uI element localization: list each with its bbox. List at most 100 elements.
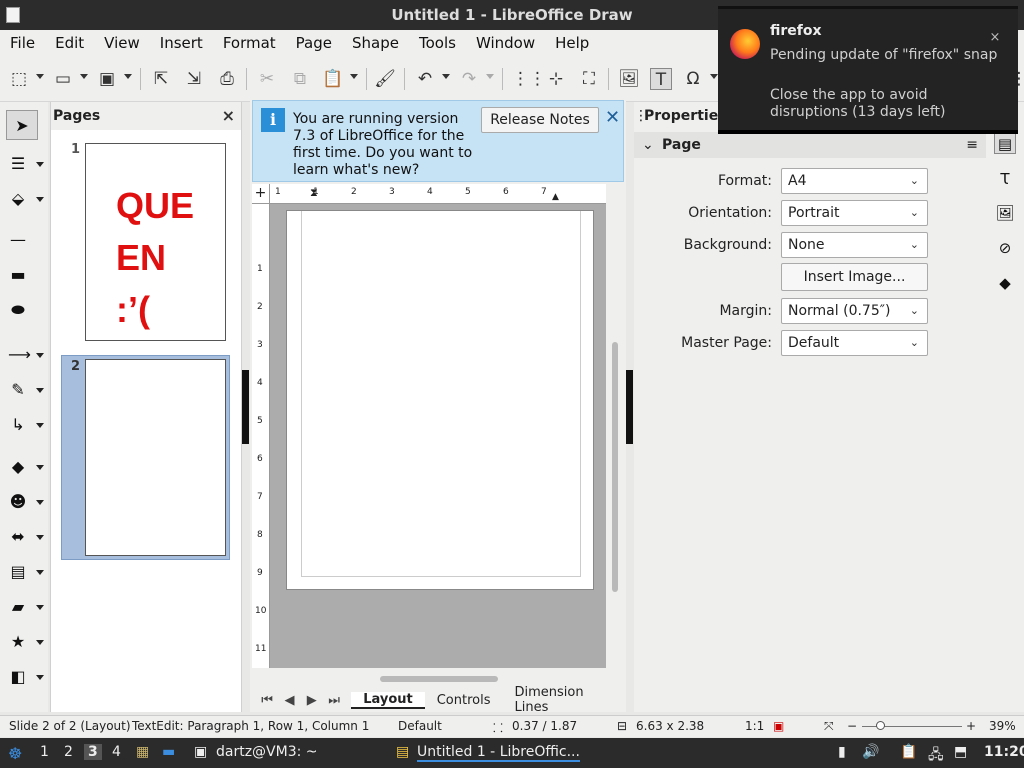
properties-deck-icon[interactable]: ▤ [994,132,1016,154]
vertical-scrollbar[interactable] [610,184,620,668]
workspace-3[interactable]: 3 [84,744,102,760]
notification-close-icon[interactable]: × [986,29,1004,47]
undo-icon[interactable]: ↶ [414,68,436,90]
pages-panel-close-icon[interactable]: × [222,102,235,130]
export-icon[interactable]: ⇱ [150,68,172,90]
save-dropdown-icon[interactable] [124,74,132,79]
page-thumbnail-1[interactable]: QUE EN :’( [85,143,226,341]
fit-page-icon[interactable]: ⤧ [824,719,834,734]
shapes-deck-icon[interactable]: ◆ [994,272,1016,294]
file-manager-icon[interactable]: ▦ [136,744,149,760]
menu-window[interactable]: Window [466,34,545,52]
menu-file[interactable]: File [0,34,45,52]
menu-view[interactable]: View [94,34,150,52]
save-icon[interactable]: ▣ [96,68,118,90]
style-status[interactable]: Default [398,719,442,733]
export-pdf-icon[interactable]: ⇲ [183,68,205,90]
stars-dropdown-icon[interactable] [36,640,44,645]
gallery-deck-icon[interactable]: 🖼 [994,202,1016,224]
cut-icon[interactable]: ✂ [256,68,278,90]
tab-dimension-lines[interactable]: Dimension Lines [502,685,626,715]
section-menu-icon[interactable]: ≡ [966,132,978,158]
first-tab-icon[interactable]: ⏮ [256,693,278,708]
network-icon[interactable]: 🖧 [928,744,944,768]
stars-icon[interactable]: ★ [8,632,28,652]
insert-image-icon[interactable]: 🖼 [618,68,640,90]
redo-icon[interactable]: ↷ [458,68,480,90]
connectors-dropdown-icon[interactable] [36,423,44,428]
next-tab-icon[interactable]: ▶ [301,693,323,708]
curves-dropdown-icon[interactable] [36,388,44,393]
helplines-icon[interactable]: ⊹ [545,68,567,90]
vertical-scrollbar-thumb[interactable] [612,342,618,592]
new-icon[interactable]: ⬚ [8,68,30,90]
updates-icon[interactable]: ⬒ [954,744,967,760]
styles-deck-icon[interactable]: Ꚍ [994,168,1016,190]
lines-arrows-icon[interactable]: ⟶ [8,345,31,365]
text-box-icon[interactable]: T [650,68,672,90]
undo-dropdown-icon[interactable] [442,74,450,79]
fill-color-icon[interactable]: ⬙ [8,189,28,209]
zoom-page-icon[interactable]: ⛶ [578,68,600,90]
connectors-icon[interactable]: ↳ [8,415,28,435]
sidebar-collapse-handle[interactable] [626,370,633,444]
margin-select[interactable]: Normal (0.75″) ⌄ [781,298,928,324]
curves-icon[interactable]: ✎ [8,380,28,400]
menu-shape[interactable]: Shape [342,34,409,52]
drawing-canvas[interactable]: + 1 1 2 3 4 5 6 7 ⧗ ▲ 1 2 3 4 5 6 7 8 9 … [252,184,606,668]
print-icon[interactable]: ⎙ [216,68,238,90]
open-icon[interactable]: ▭ [52,68,74,90]
master-page-select[interactable]: Default ⌄ [781,330,928,356]
zoom-in-icon[interactable]: + [966,719,976,733]
page-canvas[interactable] [286,210,594,590]
zoom-percent[interactable]: 39% [989,719,1016,733]
orientation-select[interactable]: Portrait ⌄ [781,200,928,226]
menu-help[interactable]: Help [545,34,599,52]
symbol-shapes-icon[interactable]: ☻ [8,492,28,512]
page-thumbnail-2[interactable] [85,359,226,556]
lines-arrows-dropdown-icon[interactable] [36,353,44,358]
flowchart-icon[interactable]: ▤ [8,562,28,582]
volume-icon[interactable]: 🔊 [862,744,879,760]
paste-icon[interactable]: 📋 [322,68,344,90]
grid-icon[interactable]: ⋮⋮ [512,68,546,90]
taskbar-terminal[interactable]: dartz@VM3: ~ [216,744,318,760]
workspace-1[interactable]: 1 [40,744,49,760]
insert-image-button[interactable]: Insert Image... [781,263,928,291]
symbol-shapes-dropdown-icon[interactable] [36,500,44,505]
new-dropdown-icon[interactable] [36,74,44,79]
document-modified-icon[interactable]: ▣ [773,719,784,733]
basic-shapes-icon[interactable]: ◆ [8,457,28,477]
background-select[interactable]: None ⌄ [781,232,928,258]
start-menu-icon[interactable]: ☸ [8,744,22,763]
special-character-dropdown-icon[interactable] [710,74,718,79]
callouts-dropdown-icon[interactable] [36,605,44,610]
menu-format[interactable]: Format [213,34,286,52]
menu-page[interactable]: Page [286,34,342,52]
clone-formatting-icon[interactable]: 🖌 [374,68,396,90]
basic-shapes-dropdown-icon[interactable] [36,465,44,470]
3d-objects-dropdown-icon[interactable] [36,675,44,680]
copy-icon[interactable]: ⧉ [289,68,311,90]
ruler-origin-icon[interactable]: + [252,184,270,204]
line-color-dropdown-icon[interactable] [36,162,44,167]
menu-tools[interactable]: Tools [409,34,466,52]
update-notification[interactable]: firefox Pending update of "firefox" snap… [718,6,1018,134]
menu-edit[interactable]: Edit [45,34,94,52]
block-arrows-dropdown-icon[interactable] [36,535,44,540]
special-character-icon[interactable]: Ω [682,68,704,90]
paste-dropdown-icon[interactable] [350,74,358,79]
right-margin-marker-icon[interactable]: ▲ [552,192,559,202]
open-dropdown-icon[interactable] [80,74,88,79]
page-section-header[interactable]: ⌄ Page ≡ [634,132,986,158]
vertical-ruler[interactable]: 1 2 3 4 5 6 7 8 9 10 11 [252,204,270,668]
release-notes-button[interactable]: Release Notes [481,107,599,133]
navigator-deck-icon[interactable]: ⊘ [994,237,1016,259]
clipboard-icon[interactable]: 📋 [900,744,917,760]
callouts-icon[interactable]: ▰ [8,597,28,617]
3d-objects-icon[interactable]: ◧ [8,667,28,687]
workspace-2[interactable]: 2 [64,744,73,760]
zoom-out-icon[interactable]: − [847,719,857,733]
taskbar-active-window[interactable]: Untitled 1 - LibreOffic... [417,744,580,762]
ellipse-icon[interactable]: ⬬ [8,300,28,320]
